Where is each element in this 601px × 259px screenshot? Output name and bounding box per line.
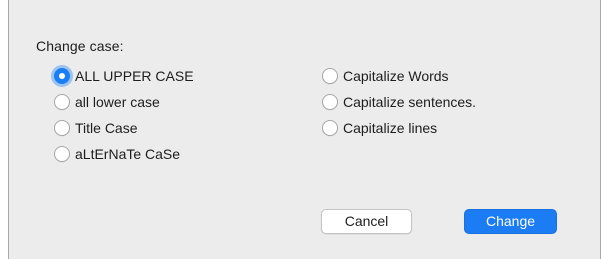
radio-label: Title Case bbox=[75, 120, 138, 136]
radio-label: aLtErNaTe CaSe bbox=[75, 146, 181, 162]
change-button[interactable]: Change bbox=[464, 209, 557, 234]
radio-option-alternate-case[interactable]: aLtErNaTe CaSe bbox=[54, 146, 180, 162]
radio-label: Capitalize Words bbox=[343, 68, 449, 84]
radio-option-title-case[interactable]: Title Case bbox=[54, 120, 138, 136]
radio-unselected-icon[interactable] bbox=[322, 120, 338, 136]
radio-option-capitalize-lines[interactable]: Capitalize lines bbox=[322, 120, 437, 136]
radio-unselected-icon[interactable] bbox=[54, 146, 70, 162]
radio-option-lower-case[interactable]: all lower case bbox=[54, 94, 160, 110]
radio-label: Capitalize lines bbox=[343, 120, 438, 136]
radio-unselected-icon[interactable] bbox=[322, 94, 338, 110]
cancel-button[interactable]: Cancel bbox=[321, 209, 412, 234]
radio-option-upper-case[interactable]: ALL UPPER CASE bbox=[54, 68, 194, 84]
radio-label: all lower case bbox=[75, 94, 160, 110]
radio-label: ALL UPPER CASE bbox=[75, 68, 194, 84]
radio-unselected-icon[interactable] bbox=[322, 68, 338, 84]
dialog-heading: Change case: bbox=[36, 38, 124, 54]
radio-option-capitalize-words[interactable]: Capitalize Words bbox=[322, 68, 449, 84]
radio-selected-icon[interactable] bbox=[54, 68, 70, 84]
change-case-dialog: Change case: ALL UPPER CASE all lower ca… bbox=[8, 0, 601, 259]
radio-unselected-icon[interactable] bbox=[54, 120, 70, 136]
radio-label: Capitalize sentences. bbox=[343, 94, 477, 110]
radio-option-capitalize-sentences[interactable]: Capitalize sentences. bbox=[322, 94, 476, 110]
radio-unselected-icon[interactable] bbox=[54, 94, 70, 110]
